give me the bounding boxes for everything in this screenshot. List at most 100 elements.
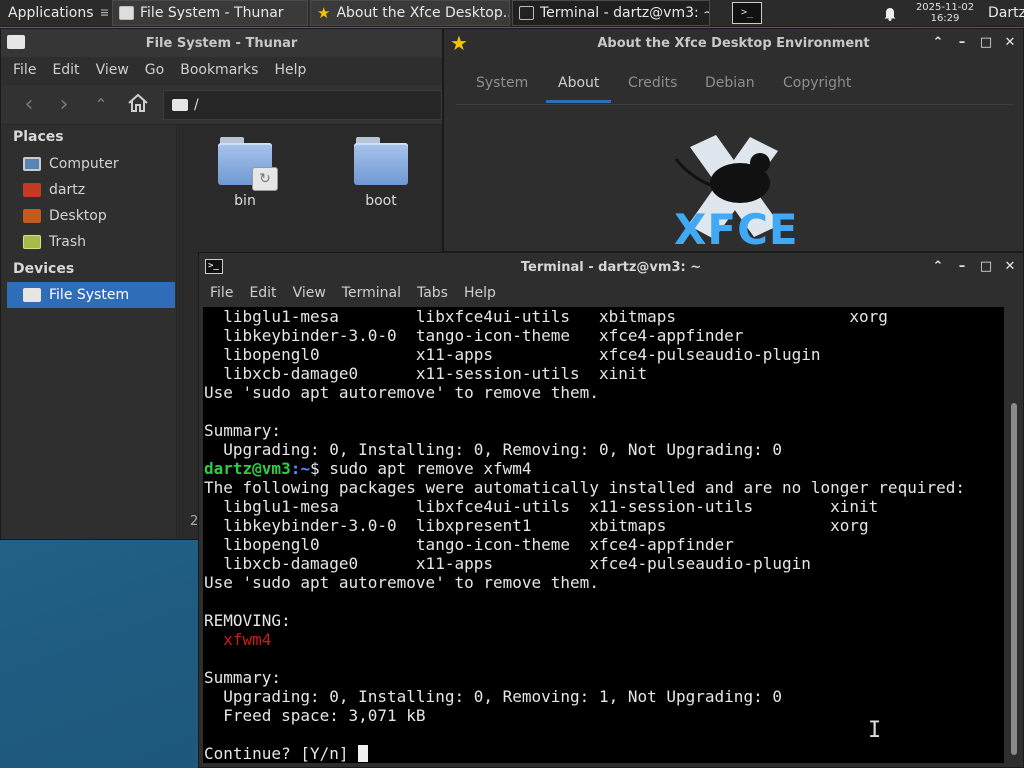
menu-go[interactable]: Go: [137, 62, 172, 78]
tab-copyright[interactable]: Copyright: [783, 65, 851, 103]
terminal-line: Upgrading: 0, Installing: 0, Removing: 1…: [204, 687, 782, 706]
xfce-logo-text: XFCE: [674, 205, 799, 254]
sidebar-item-trash[interactable]: Trash: [7, 229, 175, 255]
tab-system[interactable]: System: [476, 65, 528, 103]
thunar-titlebar[interactable]: File System - Thunar: [1, 29, 442, 57]
star-icon: ★: [317, 4, 331, 22]
menu-help[interactable]: Help: [266, 62, 314, 78]
menu-file[interactable]: File: [202, 285, 241, 301]
terminal-line: libxcb-damage0 x11-apps xfce4-pulseaudio…: [204, 554, 811, 573]
tab-about[interactable]: About: [546, 65, 612, 103]
thunar-menubar: File Edit View Go Bookmarks Help: [1, 57, 442, 83]
folder-icon: ↻: [218, 137, 278, 191]
menu-edit[interactable]: Edit: [241, 285, 284, 301]
shade-button[interactable]: ⌃: [929, 258, 947, 276]
terminal-icon: [519, 6, 534, 20]
menu-tabs[interactable]: Tabs: [409, 285, 456, 301]
sidebar-item-dartz[interactable]: dartz: [7, 177, 175, 203]
sidebar-item-label: File System: [49, 287, 130, 303]
terminal-line: Upgrading: 0, Installing: 0, Removing: 0…: [204, 440, 782, 459]
bell-icon: [884, 7, 896, 21]
shade-button[interactable]: ⌃: [929, 34, 947, 52]
continue-prompt-line: Continue? [Y/n]: [204, 744, 1004, 763]
back-icon[interactable]: ‹: [17, 93, 41, 117]
minimize-button[interactable]: –: [953, 34, 971, 52]
menu-help[interactable]: Help: [456, 285, 504, 301]
terminal-launcher[interactable]: >_: [730, 0, 764, 26]
clock[interactable]: 2025-11-02 16:29: [906, 2, 984, 24]
devices-header: Devices: [13, 261, 75, 277]
terminal-scrollbar[interactable]: [1006, 307, 1022, 763]
places-header: Places: [13, 129, 64, 145]
text-cursor: [358, 745, 369, 762]
sidebar-item-computer[interactable]: Computer: [7, 151, 175, 177]
task-label: Terminal - dartz@vm3: ~: [540, 5, 710, 21]
file-item-bin[interactable]: ↻ bin: [200, 137, 290, 209]
about-tabs: System About Credits Debian Copyright: [456, 65, 1013, 105]
prompt-path: :~: [290, 459, 310, 478]
task-about-xfce[interactable]: ★ About the Xfce Desktop...: [310, 0, 510, 26]
terminal-menubar: File Edit View Terminal Tabs Help: [199, 280, 1023, 306]
applications-menu-button[interactable]: Applications ≡: [0, 0, 108, 26]
menu-view[interactable]: View: [285, 285, 334, 301]
menu-file[interactable]: File: [5, 62, 44, 78]
terminal-line: Use 'sudo apt autoremove' to remove them…: [204, 573, 599, 592]
menu-bookmarks[interactable]: Bookmarks: [172, 62, 266, 78]
notifications-button[interactable]: [880, 0, 900, 26]
terminal-launcher-icon: >_: [732, 2, 762, 24]
forward-icon[interactable]: ›: [52, 93, 76, 117]
tab-debian[interactable]: Debian: [705, 65, 755, 103]
continue-prompt: Continue? [Y/n]: [204, 744, 359, 763]
close-button[interactable]: ✕: [1001, 258, 1019, 276]
terminal-titlebar[interactable]: >_ Terminal - dartz@vm3: ~ ⌃ – □ ✕: [199, 253, 1023, 281]
terminal-line: libopengl0 tango-icon-theme xfce4-appfin…: [204, 535, 734, 554]
terminal-line: libkeybinder-3.0-0 tango-icon-theme xfce…: [204, 326, 744, 345]
scrollbar-thumb[interactable]: [1011, 403, 1017, 755]
menu-edit[interactable]: Edit: [44, 62, 87, 78]
file-item-boot[interactable]: boot: [336, 137, 426, 209]
drive-path-icon: [172, 99, 188, 111]
about-titlebar[interactable]: ★ About the Xfce Desktop Environment ⌃ –…: [444, 29, 1023, 57]
terminal-line: The following packages were automaticall…: [204, 478, 965, 497]
drive-icon: [23, 288, 41, 302]
about-xfce-window: ★ About the Xfce Desktop Environment ⌃ –…: [443, 28, 1024, 254]
removing-package: xfwm4: [204, 630, 272, 649]
terminal-line: REMOVING:: [204, 611, 291, 630]
applications-separator: ≡: [99, 5, 108, 21]
terminal-output[interactable]: libglu1-mesa libxfce4ui-utils xbitmaps x…: [203, 307, 1004, 763]
sidebar-item-desktop[interactable]: Desktop: [7, 203, 175, 229]
menu-view[interactable]: View: [88, 62, 137, 78]
tab-credits[interactable]: Credits: [628, 65, 677, 103]
home-icon: [23, 183, 41, 197]
task-label: About the Xfce Desktop...: [336, 5, 510, 21]
home-icon[interactable]: [126, 93, 150, 117]
terminal-line: libglu1-mesa libxfce4ui-utils xbitmaps x…: [204, 307, 888, 326]
mouse-ibeam-cursor: I: [868, 718, 882, 743]
maximize-button[interactable]: □: [977, 34, 995, 52]
terminal-title: Terminal - dartz@vm3: ~: [520, 259, 702, 275]
sidebar-item-label: Computer: [49, 156, 119, 172]
menu-terminal[interactable]: Terminal: [334, 285, 409, 301]
location-bar[interactable]: /: [163, 90, 442, 120]
sidebar-item-label: dartz: [49, 182, 86, 198]
top-panel: Applications ≡ File System - Thunar ★ Ab…: [0, 0, 1024, 27]
user-menu[interactable]: Dartz: [988, 0, 1024, 26]
sidebar-item-label: Desktop: [49, 208, 107, 224]
xfce-logo: XFCE: [668, 129, 799, 254]
close-button[interactable]: ✕: [1001, 34, 1019, 52]
prompt-user: dartz@vm3: [204, 459, 291, 478]
thunar-toolbar: ‹ › ⌃ /: [1, 85, 442, 125]
up-icon[interactable]: ⌃: [89, 93, 113, 117]
folder-icon: [354, 137, 408, 185]
minimize-button[interactable]: –: [953, 258, 971, 276]
maximize-button[interactable]: □: [977, 258, 995, 276]
sidebar-item-file-system[interactable]: File System: [7, 282, 175, 308]
task-terminal[interactable]: Terminal - dartz@vm3: ~: [512, 0, 710, 26]
terminal-line: libglu1-mesa libxfce4ui-utils x11-sessio…: [204, 497, 879, 516]
location-path: /: [194, 97, 199, 113]
clock-time: 16:29: [930, 13, 960, 24]
task-thunar[interactable]: File System - Thunar: [112, 0, 308, 26]
terminal-line: libopengl0 x11-apps xfce4-pulseaudio-plu…: [204, 345, 821, 364]
